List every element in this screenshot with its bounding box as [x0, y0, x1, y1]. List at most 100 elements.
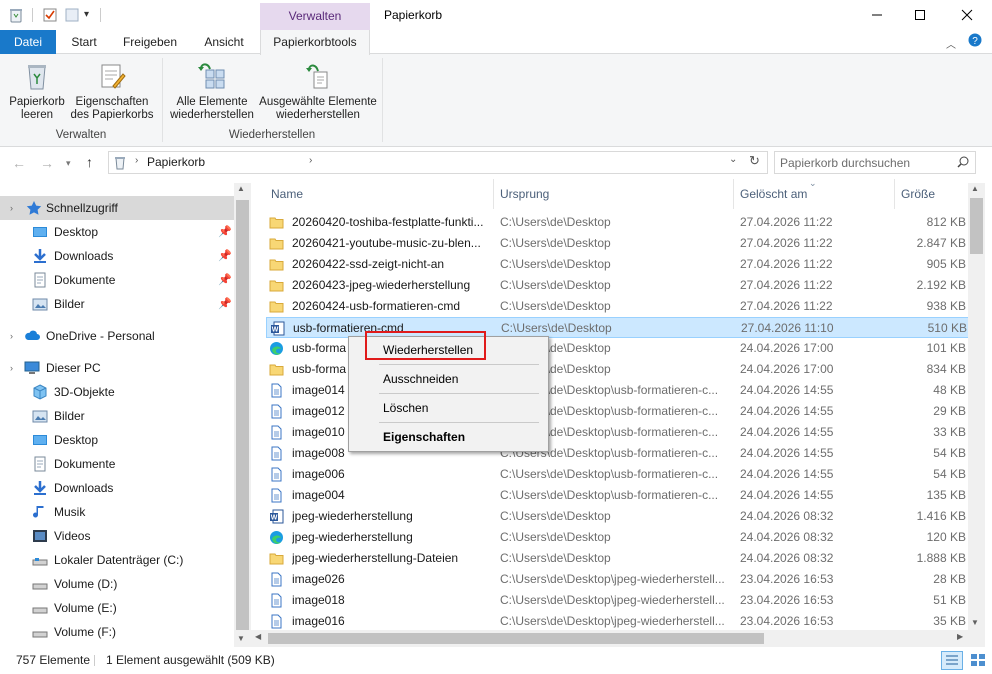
- help-icon[interactable]: ?: [968, 33, 982, 47]
- nav-item-downloads-pc[interactable]: Downloads: [0, 476, 234, 500]
- tab-start[interactable]: Start: [62, 30, 106, 54]
- table-row[interactable]: 20260422-ssd-zeigt-nicht-an C:\Users\de\D…: [266, 254, 973, 275]
- empty-recycle-bin-button[interactable]: Papierkorb leeren: [4, 60, 70, 122]
- up-arrow-icon[interactable]: ↑: [86, 154, 93, 170]
- nav-item-3d-objekte[interactable]: 3D-Objekte: [0, 380, 234, 404]
- document-file-icon: [269, 593, 284, 608]
- column-header-origin[interactable]: Ursprung: [500, 179, 549, 209]
- scroll-up-arrow-icon[interactable]: ▲: [237, 184, 245, 193]
- cell-origin: C:\Users\de\Desktop\usb-formatieren-c...: [500, 467, 719, 481]
- table-row[interactable]: 20260420-toshiba-festplatte-funkti... C:\…: [266, 212, 973, 233]
- table-row[interactable]: image016 C:\Users\de\Desktop\jpeg-wiederh…: [266, 611, 973, 632]
- status-bar: 757 Elemente 1 Element ausgewählt (509 K…: [0, 647, 992, 674]
- maximize-button[interactable]: [897, 0, 943, 30]
- restore-all-button[interactable]: Alle Elemente wiederherstellen: [166, 60, 258, 122]
- details-view-button[interactable]: [941, 651, 963, 670]
- column-separator[interactable]: [894, 179, 895, 209]
- table-row[interactable]: image026 C:\Users\de\Desktop\jpeg-wiederh…: [266, 569, 973, 590]
- menu-item-ausschneiden[interactable]: Ausschneiden: [383, 368, 458, 390]
- tab-freigeben[interactable]: Freigeben: [114, 30, 186, 54]
- table-row[interactable]: image004 C:\Users\de\Desktop\usb-formatie…: [266, 485, 973, 506]
- cell-origin: C:\Users\de\Desktop\jpeg-wiederherstell.…: [500, 614, 725, 628]
- tab-ansicht[interactable]: Ansicht: [194, 30, 254, 54]
- nav-item-bilder[interactable]: Bilder 📌: [0, 292, 234, 316]
- table-row[interactable]: image018 C:\Users\de\Desktop\jpeg-wiederh…: [266, 590, 973, 611]
- title-bar: [0, 0, 992, 30]
- forward-arrow-icon[interactable]: →: [40, 155, 54, 171]
- cell-size: 28 KB: [933, 572, 966, 586]
- ribbon-group-label: Verwalten: [55, 129, 107, 141]
- nav-item-label: Downloads: [54, 481, 114, 495]
- cell-name: image004: [292, 488, 345, 502]
- table-row[interactable]: jpeg-wiederherstellung C:\Users\de\Deskto…: [266, 527, 973, 548]
- properties-qa-icon[interactable]: [42, 7, 58, 23]
- nav-item-label: Volume (F:): [54, 625, 117, 639]
- recent-locations-chevron-icon[interactable]: ▾: [66, 158, 71, 169]
- nav-scrollbar-thumb[interactable]: [236, 200, 249, 630]
- table-row[interactable]: Wjpeg-wiederherstellung C:\Users\de\Deskt…: [266, 506, 973, 527]
- address-dropdown-icon[interactable]: ⌄: [729, 154, 737, 165]
- column-separator[interactable]: [733, 179, 734, 209]
- column-header-size[interactable]: Größe: [901, 179, 935, 209]
- nav-item-schnellzugriff[interactable]: › Schnellzugriff: [0, 196, 234, 220]
- column-header-deleted[interactable]: Gelöscht am: [740, 179, 807, 209]
- nav-item-musik[interactable]: Musik: [0, 500, 234, 524]
- edge-html-icon: [269, 530, 284, 545]
- scroll-left-arrow-icon[interactable]: ◀: [255, 632, 261, 641]
- nav-item-desktop[interactable]: Desktop 📌: [0, 220, 234, 244]
- nav-item-drive-f[interactable]: Volume (F:): [0, 620, 234, 644]
- scroll-down-arrow-icon[interactable]: ▼: [237, 634, 245, 643]
- nav-item-drive-c[interactable]: Lokaler Datenträger (C:): [0, 548, 234, 572]
- table-row[interactable]: 20260423-jpeg-wiederherstellung C:\Users\…: [266, 275, 973, 296]
- back-arrow-icon[interactable]: ←: [12, 155, 26, 171]
- nav-item-videos[interactable]: Videos: [0, 524, 234, 548]
- cell-size: 33 KB: [933, 425, 966, 439]
- table-row[interactable]: 20260421-youtube-music-zu-blen... C:\User…: [266, 233, 973, 254]
- navigation-pane: › Schnellzugriff Desktop 📌 Downloads 📌 D…: [0, 183, 250, 647]
- menu-item-eigenschaften[interactable]: Eigenschaften: [383, 426, 465, 448]
- restore-selected-button[interactable]: Ausgewählte Elemente wiederherstellen: [258, 60, 378, 122]
- nav-item-drive-d[interactable]: Volume (D:): [0, 572, 234, 596]
- large-icons-view-button[interactable]: [968, 651, 988, 670]
- search-input[interactable]: Papierkorb durchsuchen: [774, 151, 976, 174]
- cell-name: image018: [292, 593, 345, 607]
- column-header-name[interactable]: Name: [271, 179, 303, 209]
- tab-papierkorbtools[interactable]: Papierkorbtools: [260, 30, 370, 55]
- qa-dropdown-icon[interactable]: ▾: [84, 9, 89, 20]
- list-horizontal-scrollbar-thumb[interactable]: [268, 633, 764, 644]
- expand-chevron-icon[interactable]: ›: [10, 196, 13, 220]
- table-row[interactable]: jpeg-wiederherstellung-Dateien C:\Users\d…: [266, 548, 973, 569]
- expand-chevron-icon[interactable]: ›: [10, 324, 13, 348]
- video-icon: [32, 528, 48, 544]
- table-row[interactable]: image006 C:\Users\de\Desktop\usb-formatie…: [266, 464, 973, 485]
- column-separator[interactable]: [493, 179, 494, 209]
- new-folder-qa-icon[interactable]: [64, 7, 80, 23]
- scroll-right-arrow-icon[interactable]: ▶: [957, 632, 963, 641]
- nav-item-downloads[interactable]: Downloads 📌: [0, 244, 234, 268]
- recycle-bin-properties-button[interactable]: Eigenschaften des Papierkorbs: [68, 60, 156, 122]
- cell-origin: C:\Users\de\Desktop\usb-formatieren-c...: [500, 488, 719, 502]
- scroll-down-arrow-icon[interactable]: ▼: [971, 618, 979, 627]
- breadcrumb-separator-icon: ›: [309, 155, 313, 166]
- list-vertical-scrollbar-thumb[interactable]: [970, 198, 983, 254]
- expand-chevron-icon[interactable]: ›: [10, 356, 13, 380]
- menu-item-loeschen[interactable]: Löschen: [383, 397, 428, 419]
- nav-item-dokumente[interactable]: Dokumente 📌: [0, 268, 234, 292]
- close-button[interactable]: [944, 0, 990, 30]
- highlight-frame: [365, 331, 486, 360]
- nav-item-onedrive[interactable]: › OneDrive - Personal: [0, 324, 234, 348]
- nav-item-dieser-pc[interactable]: › Dieser PC: [0, 356, 234, 380]
- breadcrumb[interactable]: Papierkorb: [147, 155, 205, 169]
- scrollbar-corner: [968, 630, 985, 647]
- collapse-ribbon-icon[interactable]: ︿: [946, 36, 956, 51]
- tab-datei[interactable]: Datei: [0, 30, 56, 54]
- nav-item-bilder-pc[interactable]: Bilder: [0, 404, 234, 428]
- scroll-up-arrow-icon[interactable]: ▲: [971, 184, 979, 193]
- address-bar[interactable]: › Papierkorb › ⌄ ↻: [108, 151, 768, 174]
- nav-item-dokumente-pc[interactable]: Dokumente: [0, 452, 234, 476]
- table-row[interactable]: 20260424-usb-formatieren-cmd C:\Users\de\…: [266, 296, 973, 317]
- nav-item-drive-e[interactable]: Volume (E:): [0, 596, 234, 620]
- refresh-icon[interactable]: ↻: [749, 153, 760, 169]
- nav-item-desktop-pc[interactable]: Desktop: [0, 428, 234, 452]
- minimize-button[interactable]: [854, 0, 900, 30]
